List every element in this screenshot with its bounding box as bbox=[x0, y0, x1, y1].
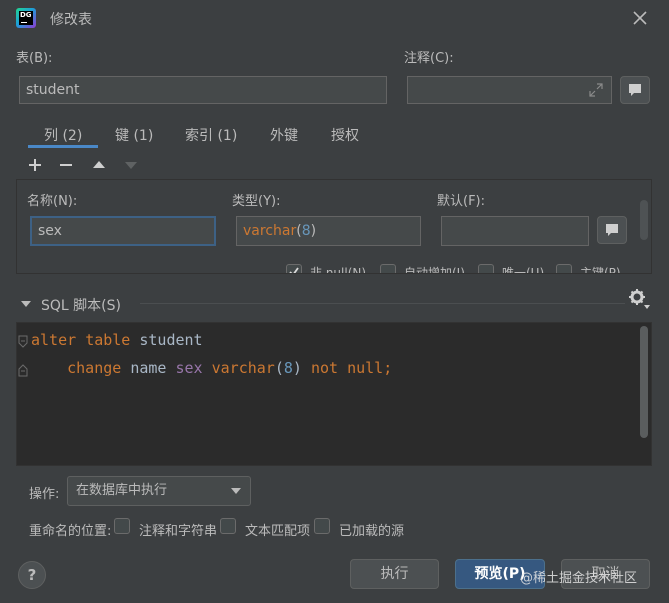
operation-selected: 在数据库中执行 bbox=[76, 483, 168, 498]
text-occurrences-label: 文本匹配项 bbox=[245, 524, 311, 539]
column-toolbar bbox=[16, 150, 652, 180]
sql-header-divider bbox=[140, 303, 625, 304]
execute-button[interactable]: 执行 bbox=[350, 559, 439, 589]
speech-bubble-icon bbox=[606, 224, 618, 236]
sql-paren: ) bbox=[292, 359, 302, 377]
not-null-checkbox[interactable] bbox=[286, 264, 302, 273]
move-down-icon bbox=[125, 162, 137, 169]
column-default-label: 默认(F): bbox=[437, 194, 486, 209]
sql-paren: ( bbox=[274, 359, 284, 377]
comment-label: 注释(C): bbox=[404, 51, 454, 66]
sql-editor-scrollbar[interactable] bbox=[640, 326, 648, 438]
gear-icon[interactable] bbox=[627, 288, 651, 310]
unique-label: 唯一(U) bbox=[502, 266, 545, 273]
sql-keyword: null bbox=[347, 359, 384, 377]
help-button[interactable]: ? bbox=[18, 561, 46, 589]
tab-foreign-keys[interactable]: 外键 bbox=[270, 125, 298, 145]
sql-line-1: alter table student bbox=[31, 331, 203, 349]
check-icon bbox=[289, 267, 299, 273]
sql-keyword: not bbox=[310, 359, 339, 377]
sql-keyword: table bbox=[85, 331, 131, 349]
column-panel-scrollbar[interactable] bbox=[640, 200, 648, 240]
speech-bubble-icon bbox=[629, 84, 641, 96]
sql-field: sex bbox=[175, 359, 203, 377]
column-name-label: 名称(N): bbox=[27, 194, 78, 209]
fold-end-marker-icon[interactable] bbox=[18, 363, 28, 377]
tab-indexes[interactable]: 索引 (1) bbox=[185, 125, 237, 145]
fold-marker-icon[interactable] bbox=[18, 335, 28, 349]
primary-key-checkbox[interactable] bbox=[556, 264, 572, 273]
auto-increment-label: 自动增加(I) bbox=[404, 266, 465, 273]
operation-dropdown[interactable]: 在数据库中执行 bbox=[67, 476, 251, 506]
comment-field[interactable] bbox=[407, 76, 612, 104]
comments-strings-checkbox[interactable] bbox=[114, 518, 130, 534]
not-null-label: 非 null(N) bbox=[310, 266, 367, 273]
title-bar: DG 修改表 bbox=[0, 0, 669, 36]
collapse-triangle-icon[interactable] bbox=[20, 298, 32, 310]
close-icon[interactable] bbox=[630, 8, 650, 28]
primary-key-label: 主键(P) bbox=[580, 266, 621, 273]
sql-editor[interactable]: alter table student change name sex varc… bbox=[16, 322, 652, 466]
column-default-field[interactable] bbox=[441, 216, 589, 246]
type-name-token: varchar bbox=[243, 223, 297, 239]
comments-strings-label: 注释和字符串 bbox=[139, 524, 218, 539]
type-length-token: 8 bbox=[301, 223, 311, 239]
selected-tab-indicator bbox=[28, 145, 98, 148]
sql-identifier: name bbox=[130, 359, 167, 377]
sql-identifier: student bbox=[139, 331, 203, 349]
sql-keyword: change bbox=[67, 359, 122, 377]
move-up-icon[interactable] bbox=[90, 156, 108, 174]
column-type-label: 类型(Y): bbox=[232, 194, 281, 209]
column-type-field[interactable]: varchar(8) bbox=[236, 216, 421, 246]
auto-increment-checkbox[interactable] bbox=[380, 264, 396, 273]
chevron-down-icon bbox=[231, 488, 241, 494]
text-occurrences-checkbox[interactable] bbox=[220, 518, 236, 534]
sql-number: 8 bbox=[283, 359, 293, 377]
sql-semicolon: ; bbox=[383, 359, 393, 377]
watermark: @稀土掘金技术社区 bbox=[520, 571, 638, 586]
sql-line-2: change name sex varchar(8) not null; bbox=[31, 359, 392, 377]
comment-edit-button[interactable] bbox=[620, 76, 650, 104]
add-icon[interactable] bbox=[26, 156, 44, 174]
sql-script-header[interactable]: SQL 脚本(S) bbox=[41, 295, 121, 315]
tab-grants[interactable]: 授权 bbox=[331, 125, 359, 145]
type-paren-close: ) bbox=[310, 223, 317, 239]
column-name-field[interactable]: sex bbox=[30, 216, 216, 246]
datagrip-app-icon: DG bbox=[16, 8, 36, 28]
unique-checkbox[interactable] bbox=[478, 264, 494, 273]
remove-icon[interactable] bbox=[57, 156, 75, 174]
tab-keys[interactable]: 键 (1) bbox=[115, 125, 153, 145]
app-icon-text: DG bbox=[19, 11, 33, 25]
window-title: 修改表 bbox=[50, 12, 92, 28]
loaded-sources-label: 已加载的源 bbox=[339, 524, 405, 539]
rename-scope-label: 重命名的位置: bbox=[29, 524, 112, 539]
table-name-label: 表(B): bbox=[16, 51, 53, 66]
default-edit-button[interactable] bbox=[597, 216, 627, 244]
table-name-field[interactable]: student bbox=[19, 76, 387, 104]
sql-keyword: varchar bbox=[211, 359, 275, 377]
column-options-row: 非 null(N) 自动增加(I) 唯一(U) 主键(P) bbox=[280, 264, 640, 273]
sql-keyword: alter bbox=[31, 331, 77, 349]
tab-columns[interactable]: 列 (2) bbox=[44, 125, 82, 145]
operation-label: 操作: bbox=[29, 487, 60, 502]
loaded-sources-checkbox[interactable] bbox=[314, 518, 330, 534]
expand-icon[interactable] bbox=[588, 82, 604, 98]
